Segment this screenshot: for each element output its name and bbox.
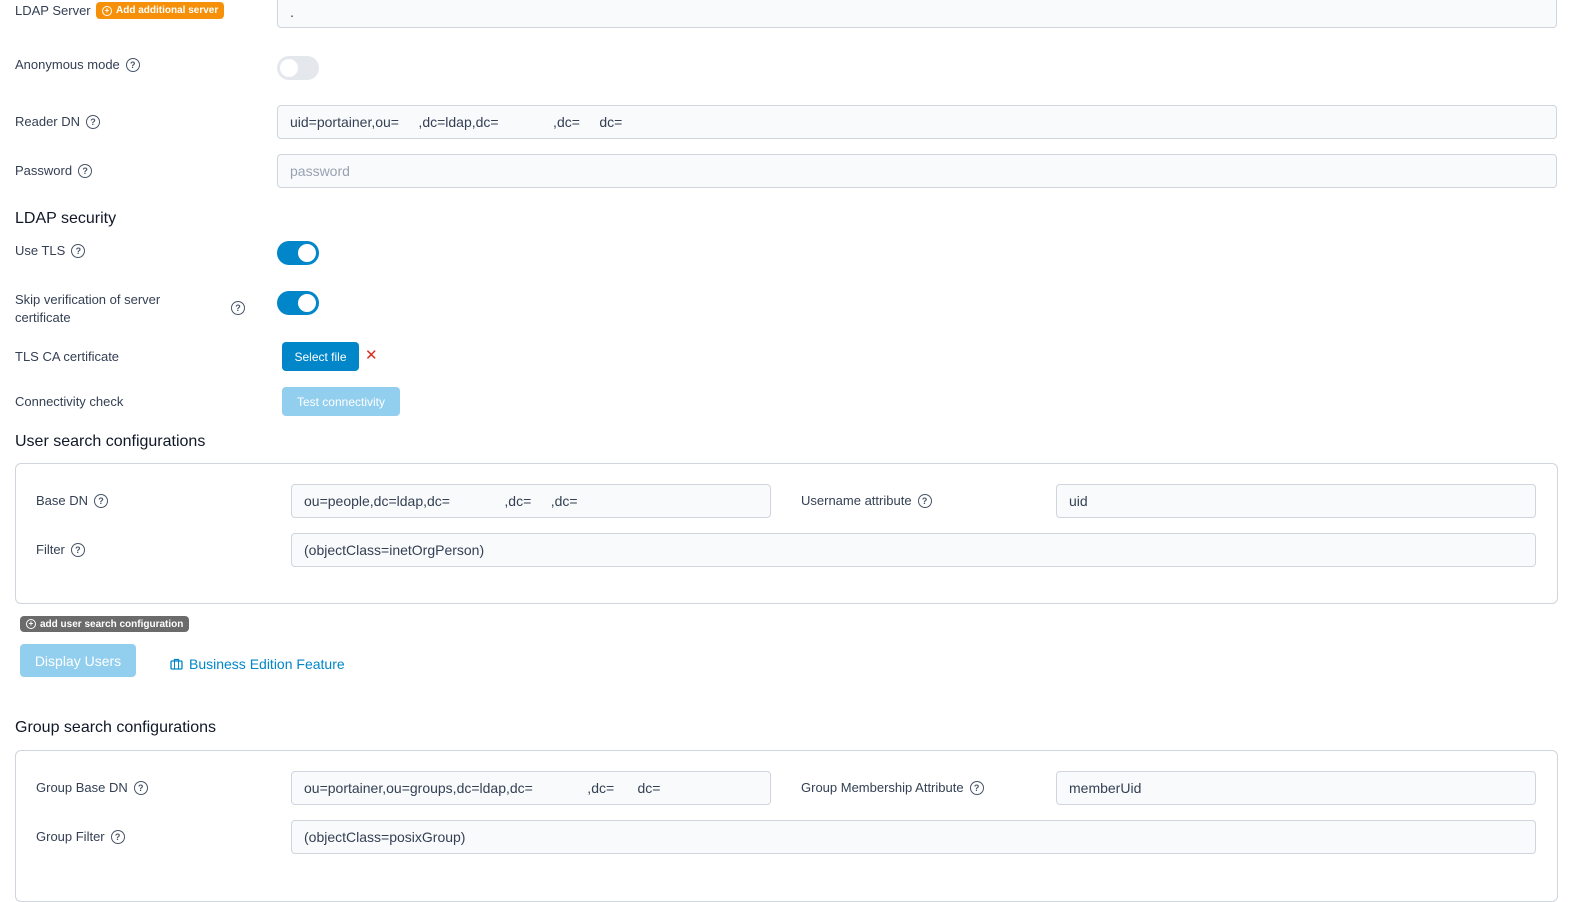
briefcase-icon [170, 658, 183, 670]
filter-value: (objectClass=inetOrgPerson) [304, 542, 485, 558]
ldap-server-value: . [290, 4, 294, 20]
connectivity-row: Connectivity check [15, 394, 123, 409]
group-filter-input[interactable]: (objectClass=posixGroup) [291, 820, 1536, 854]
group-base-dn-value: ou=portainer,ou=groups,dc=ldap,dc= ,dc= … [304, 780, 661, 796]
select-file-button[interactable]: Select file [282, 342, 359, 371]
display-users-button[interactable]: Display Users [20, 644, 136, 677]
add-additional-server-label: Add additional server [116, 5, 219, 16]
group-filter-value: (objectClass=posixGroup) [304, 829, 466, 845]
filter-label: Filter [36, 542, 65, 557]
anonymous-mode-row: Anonymous mode ? [15, 57, 140, 72]
help-icon[interactable]: ? [110, 829, 125, 844]
reader-dn-value: uid=portainer,ou= ,dc=ldap,dc= ,dc= dc= [290, 114, 623, 130]
group-search-title: Group search configurations [15, 719, 216, 736]
base-dn-label: Base DN [36, 493, 89, 508]
toggle-knob [280, 59, 298, 77]
group-membership-row: Group Membership Attribute ? [801, 780, 984, 795]
help-icon[interactable]: ? [94, 493, 109, 508]
group-base-dn-row: Group Base DN ? [36, 780, 148, 795]
password-placeholder: password [290, 163, 350, 179]
filter-input[interactable]: (objectClass=inetOrgPerson) [291, 533, 1536, 567]
help-icon[interactable]: ? [71, 243, 86, 258]
group-membership-label: Group Membership Attribute [801, 780, 964, 795]
base-dn-row: Base DN ? [36, 493, 109, 508]
add-user-search-config-label: add user search configuration [40, 618, 184, 630]
help-icon[interactable]: ? [917, 493, 932, 508]
ldap-security-title: LDAP security [15, 210, 117, 227]
help-icon[interactable]: ? [969, 780, 984, 795]
tls-ca-label: TLS CA certificate [15, 349, 120, 364]
group-membership-input[interactable]: memberUid [1056, 771, 1536, 805]
business-edition-label: Business Edition Feature [189, 656, 345, 672]
base-dn-input[interactable]: ou=people,dc=ldap,dc= ,dc= ,dc= [291, 484, 771, 518]
group-base-dn-input[interactable]: ou=portainer,ou=groups,dc=ldap,dc= ,dc= … [291, 771, 771, 805]
username-attribute-label: Username attribute [801, 493, 912, 508]
help-icon[interactable]: ? [133, 780, 148, 795]
reader-dn-input[interactable]: uid=portainer,ou= ,dc=ldap,dc= ,dc= dc= [277, 105, 1557, 139]
user-search-title: User search configurations [15, 433, 206, 450]
anonymous-mode-label: Anonymous mode [15, 57, 120, 72]
display-users-label: Display Users [34, 652, 122, 669]
business-edition-link[interactable]: Business Edition Feature [170, 656, 345, 672]
password-input[interactable]: password [277, 154, 1557, 188]
toggle-knob [298, 244, 316, 262]
add-user-search-config-button[interactable]: + add user search configuration [20, 616, 190, 632]
connectivity-label: Connectivity check [15, 394, 124, 409]
test-connectivity-label: Test connectivity [296, 394, 386, 409]
username-attribute-input[interactable]: uid [1056, 484, 1536, 518]
base-dn-value: ou=people,dc=ldap,dc= ,dc= ,dc= [304, 493, 578, 509]
help-icon[interactable]: ? [231, 301, 245, 315]
group-filter-label: Group Filter [36, 829, 105, 844]
select-file-label: Select file [294, 349, 347, 364]
anonymous-mode-toggle[interactable] [277, 56, 319, 80]
filter-row: Filter ? [36, 542, 85, 557]
close-icon[interactable]: ✕ [365, 346, 378, 364]
tls-ca-row: TLS CA certificate [15, 349, 119, 364]
username-attribute-row: Username attribute ? [801, 493, 932, 508]
reader-dn-label: Reader DN [15, 114, 81, 129]
reader-dn-row: Reader DN ? [15, 114, 101, 129]
password-label: Password [15, 163, 73, 178]
group-base-dn-label: Group Base DN [36, 780, 128, 795]
ldap-server-row: LDAP Server [15, 3, 91, 18]
skip-verification-row: Skip verification of server certificate [15, 291, 175, 327]
password-row: Password ? [15, 163, 93, 178]
use-tls-toggle[interactable] [277, 241, 319, 265]
help-icon[interactable]: ? [78, 163, 93, 178]
group-filter-row: Group Filter ? [36, 829, 125, 844]
ldap-server-input[interactable]: . [277, 0, 1557, 28]
skip-verification-label: Skip verification of server certificate [15, 292, 161, 325]
add-additional-server-button[interactable]: + Add additional server [96, 2, 225, 19]
skip-verification-toggle[interactable] [277, 291, 319, 315]
help-icon[interactable]: ? [70, 542, 85, 557]
help-icon[interactable]: ? [86, 114, 101, 129]
plus-circle-icon: + [102, 5, 112, 16]
username-attribute-value: uid [1069, 493, 1088, 509]
group-membership-value: memberUid [1069, 780, 1142, 796]
use-tls-row: Use TLS ? [15, 243, 86, 258]
plus-circle-icon: + [26, 619, 36, 629]
use-tls-label: Use TLS [15, 243, 66, 258]
toggle-knob [298, 294, 316, 312]
test-connectivity-button[interactable]: Test connectivity [282, 387, 400, 416]
help-icon[interactable]: ? [125, 57, 140, 72]
ldap-server-label: LDAP Server [15, 3, 91, 18]
